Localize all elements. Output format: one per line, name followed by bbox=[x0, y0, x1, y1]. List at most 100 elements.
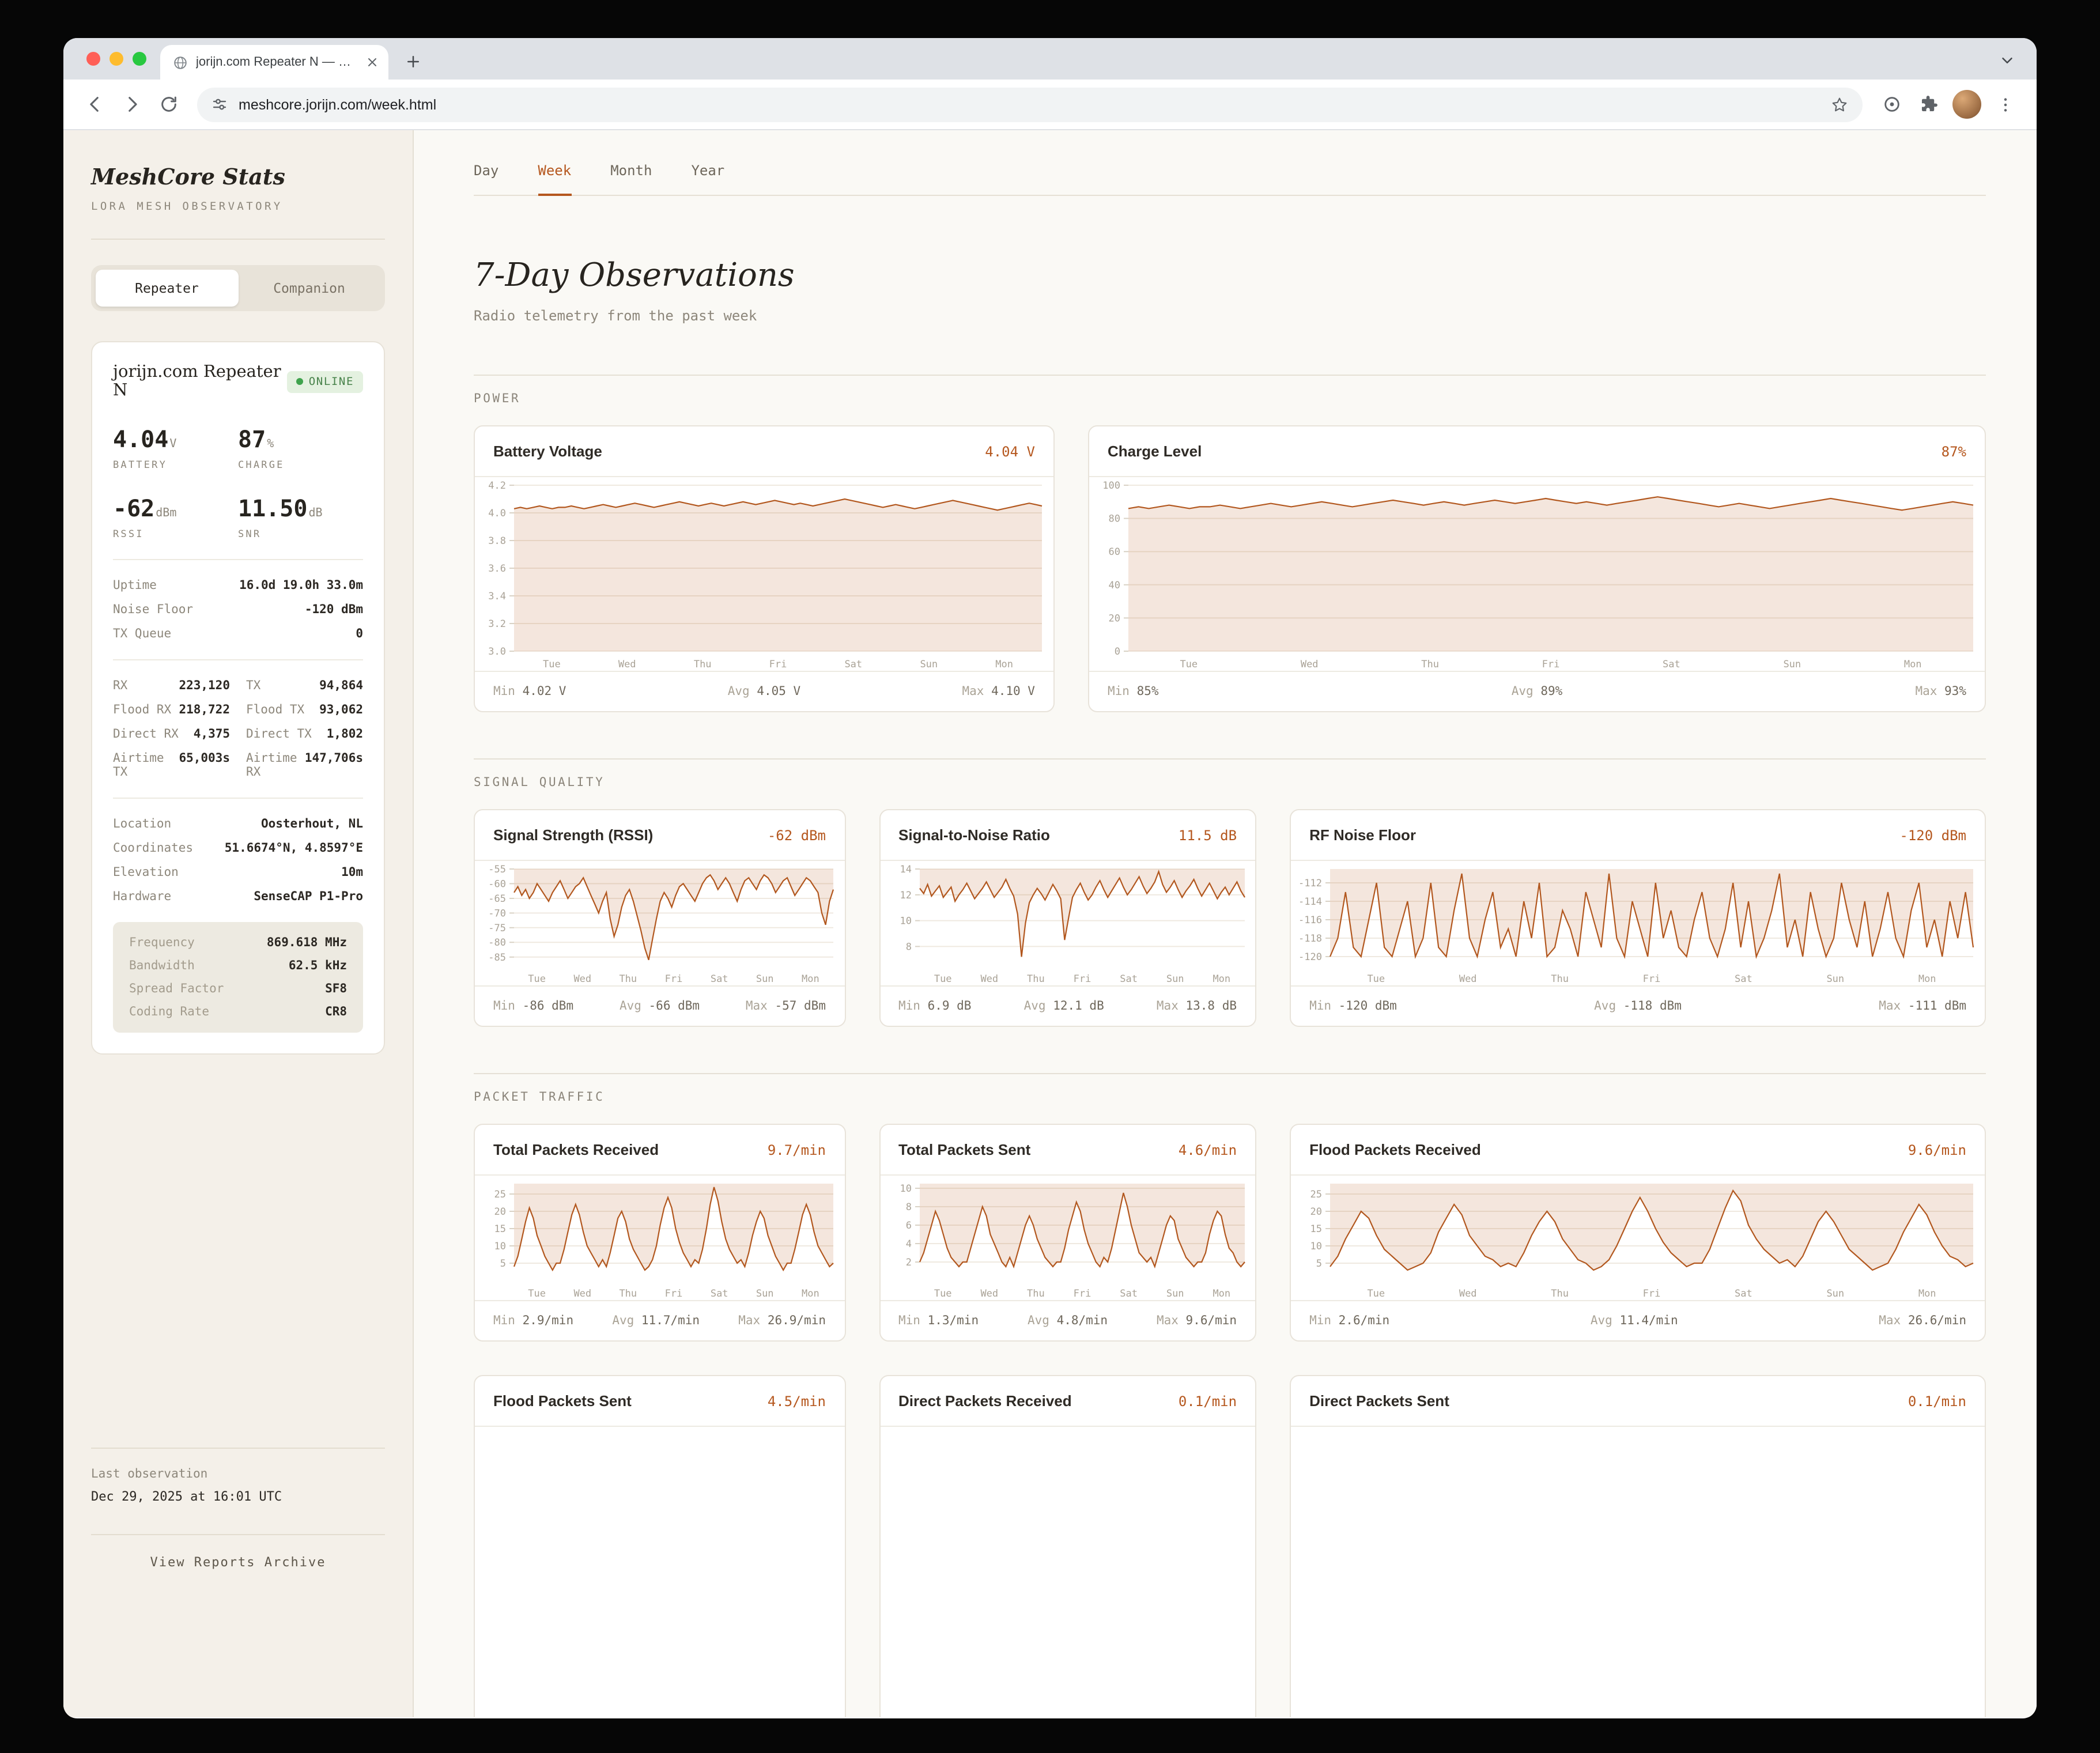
svg-text:Sat: Sat bbox=[1663, 659, 1680, 670]
tab-week[interactable]: Week bbox=[538, 163, 571, 196]
device-type-switch: Repeater Companion bbox=[91, 265, 385, 311]
tab-day[interactable]: Day bbox=[474, 163, 498, 195]
tab-month[interactable]: Month bbox=[610, 163, 652, 195]
kv-spread-factor: Spread FactorSF8 bbox=[129, 982, 347, 996]
kv-tx-queue: TX Queue0 bbox=[113, 627, 363, 641]
svg-text:20: 20 bbox=[494, 1206, 506, 1218]
svg-text:10: 10 bbox=[900, 916, 911, 927]
divider bbox=[113, 659, 363, 660]
flood-packets-received-chart: 252015105TueWedThuFriSatSunMon bbox=[1291, 1176, 1985, 1300]
svg-text:3.0: 3.0 bbox=[488, 646, 506, 658]
svg-text:-70: -70 bbox=[488, 908, 506, 919]
tab-search-chevron-icon[interactable] bbox=[1995, 48, 2018, 71]
last-observation-value: Dec 29, 2025 at 16:01 UTC bbox=[91, 1489, 385, 1504]
svg-text:3.8: 3.8 bbox=[488, 535, 506, 547]
tab-year[interactable]: Year bbox=[691, 163, 724, 195]
svg-text:Fri: Fri bbox=[1073, 973, 1091, 985]
kv-noise-floor: Noise Floor-120 dBm bbox=[113, 603, 363, 617]
svg-text:Thu: Thu bbox=[1026, 973, 1044, 985]
svg-text:Mon: Mon bbox=[802, 973, 819, 985]
card-flood-packets-received: Flood Packets Received 9.6/min 252015105… bbox=[1290, 1124, 1986, 1342]
reload-button[interactable] bbox=[151, 87, 186, 122]
kv-coding-rate: Coding RateCR8 bbox=[129, 1005, 347, 1019]
svg-text:4.2: 4.2 bbox=[488, 480, 506, 492]
svg-text:100: 100 bbox=[1102, 480, 1120, 492]
svg-text:Fri: Fri bbox=[1643, 1288, 1661, 1299]
svg-text:Wed: Wed bbox=[980, 1288, 998, 1299]
tab-repeater[interactable]: Repeater bbox=[96, 270, 238, 307]
battery-voltage-chart: 4.24.03.83.63.43.23.0TueWedThuFriSatSunM… bbox=[475, 477, 1053, 671]
divider bbox=[113, 798, 363, 799]
svg-text:-60: -60 bbox=[488, 878, 506, 890]
svg-text:Wed: Wed bbox=[1459, 1288, 1477, 1299]
svg-text:Sun: Sun bbox=[1166, 973, 1184, 985]
svg-text:-116: -116 bbox=[1298, 915, 1322, 926]
close-window-button[interactable] bbox=[86, 52, 100, 66]
maximize-window-button[interactable] bbox=[133, 52, 146, 66]
svg-text:-112: -112 bbox=[1298, 878, 1322, 889]
last-observation-label: Last observation bbox=[91, 1467, 385, 1481]
svg-text:Thu: Thu bbox=[1551, 1288, 1569, 1299]
clipped-chart-area bbox=[880, 1427, 1255, 1717]
svg-text:Thu: Thu bbox=[619, 973, 637, 985]
svg-text:5: 5 bbox=[500, 1258, 506, 1270]
svg-text:6: 6 bbox=[905, 1220, 911, 1231]
bookmark-star-icon[interactable] bbox=[1830, 95, 1849, 114]
svg-text:Tue: Tue bbox=[1368, 1288, 1385, 1299]
svg-text:-120: -120 bbox=[1298, 951, 1322, 963]
url-text[interactable]: meshcore.jorijn.com/week.html bbox=[239, 96, 1820, 112]
svg-text:10: 10 bbox=[1310, 1241, 1322, 1252]
svg-text:Wed: Wed bbox=[618, 659, 636, 670]
tab-title: jorijn.com Repeater N — Week bbox=[196, 55, 357, 69]
packet-counters: RX223,120 TX94,864 Flood RX218,722 Flood… bbox=[113, 679, 363, 779]
svg-text:Fri: Fri bbox=[1643, 973, 1661, 985]
browser-tab[interactable]: jorijn.com Repeater N — Week bbox=[160, 45, 388, 80]
minimize-window-button[interactable] bbox=[109, 52, 123, 66]
svg-text:Fri: Fri bbox=[665, 973, 683, 985]
sidebar: MeshCore Stats LORA MESH OBSERVATORY Rep… bbox=[63, 130, 414, 1717]
profile-avatar[interactable] bbox=[1952, 90, 1981, 119]
clipped-chart-area bbox=[1291, 1427, 1985, 1717]
view-reports-archive-link[interactable]: View Reports Archive bbox=[91, 1535, 385, 1570]
svg-text:Mon: Mon bbox=[1904, 659, 1922, 670]
tab-companion[interactable]: Companion bbox=[238, 270, 380, 307]
extensions-puzzle-icon[interactable] bbox=[1911, 87, 1946, 122]
svg-text:Mon: Mon bbox=[1212, 973, 1230, 985]
kv-coordinates: Coordinates51.6674°N, 4.8597°E bbox=[113, 841, 363, 855]
svg-text:15: 15 bbox=[1310, 1223, 1322, 1235]
kv-frequency: Frequency869.618 MHz bbox=[129, 936, 347, 950]
card-total-packets-sent: Total Packets Sent 4.6/min 108642TueWedT… bbox=[879, 1124, 1256, 1342]
svg-text:12: 12 bbox=[900, 890, 911, 901]
new-tab-button[interactable] bbox=[398, 46, 428, 76]
svg-text:14: 14 bbox=[900, 864, 911, 875]
password-manager-icon[interactable] bbox=[1874, 87, 1909, 122]
section-label: PACKET TRAFFIC bbox=[474, 1090, 1986, 1104]
kv-uptime: Uptime16.0d 19.0h 33.0m bbox=[113, 579, 363, 592]
tab-close-icon[interactable] bbox=[365, 55, 379, 69]
browser-menu-kebab-icon[interactable] bbox=[1988, 87, 2023, 122]
card-total-packets-received: Total Packets Received 9.7/min 252015105… bbox=[474, 1124, 845, 1342]
card-flood-packets-sent: Flood Packets Sent 4.5/min bbox=[474, 1375, 845, 1717]
range-tabs: Day Week Month Year bbox=[474, 163, 1986, 196]
address-bar[interactable]: meshcore.jorijn.com/week.html bbox=[197, 87, 1863, 122]
svg-text:8: 8 bbox=[905, 1202, 911, 1213]
forward-button[interactable] bbox=[114, 87, 149, 122]
svg-text:Sat: Sat bbox=[1119, 1288, 1137, 1299]
kv-location: LocationOosterhout, NL bbox=[113, 817, 363, 831]
page-content: MeshCore Stats LORA MESH OBSERVATORY Rep… bbox=[63, 130, 2037, 1717]
svg-text:Sun: Sun bbox=[1166, 1288, 1184, 1299]
svg-text:Tue: Tue bbox=[528, 973, 546, 985]
section-power: POWER Battery Voltage 4.04 V 4.24.03.83.… bbox=[474, 375, 1986, 712]
svg-text:80: 80 bbox=[1109, 513, 1120, 525]
card-charge-level: Charge Level 87% 100806040200TueWedThuFr… bbox=[1088, 425, 1986, 712]
svg-text:-55: -55 bbox=[488, 864, 506, 875]
browser-tabstrip: jorijn.com Repeater N — Week bbox=[63, 38, 2037, 80]
svg-text:3.2: 3.2 bbox=[488, 618, 506, 630]
sidebar-footer: Last observation Dec 29, 2025 at 16:01 U… bbox=[91, 1448, 385, 1717]
section-signal-quality: SIGNAL QUALITY Signal Strength (RSSI) -6… bbox=[474, 758, 1986, 1027]
svg-text:Sun: Sun bbox=[756, 973, 774, 985]
back-button[interactable] bbox=[77, 87, 112, 122]
device-stats: 4.04V BATTERY 87% CHARGE -62dBm RSSI 1 bbox=[113, 425, 363, 541]
total-packets-received-chart: 252015105TueWedThuFriSatSunMon bbox=[475, 1176, 845, 1300]
site-info-icon[interactable] bbox=[211, 96, 228, 113]
